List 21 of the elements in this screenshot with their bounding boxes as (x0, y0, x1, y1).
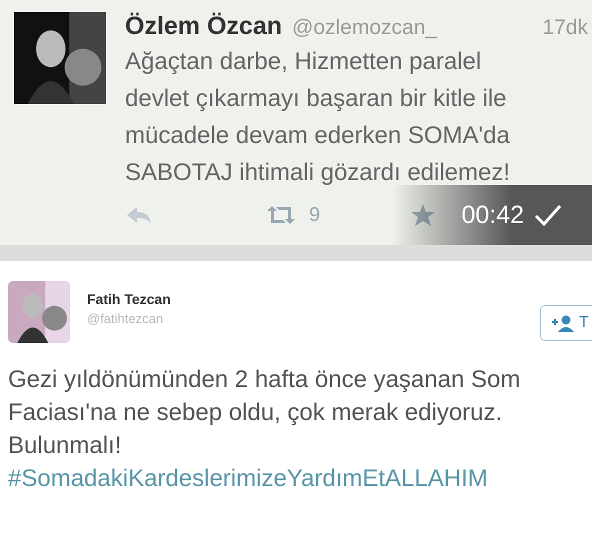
tweet-text-line: SABOTAJ ihtimali gözardı edilemez! (125, 158, 512, 188)
tweet-text-line: Gezi yıldönümünden 2 hafta önce yaşanan Som (8, 365, 522, 395)
hashtag-link[interactable]: #SomadakiKardeslerimizeYardımEtALLAHIM (8, 462, 592, 495)
retweet-count: 9 (309, 204, 320, 226)
add-user-icon (551, 314, 575, 332)
tweet-text-line: Faciası'na ne sebep oldu, çok merak ediyoruz. (8, 398, 504, 428)
overlay-time: 00:42 (461, 200, 524, 230)
author-handle: @ozlemozcan_ (292, 16, 438, 40)
author-name: Fatih Tezcan (87, 291, 172, 307)
reply-icon[interactable] (125, 205, 153, 225)
follow-button[interactable]: T (540, 305, 592, 341)
author-name: Özlem Özcan (125, 12, 282, 41)
retweet-icon[interactable] (265, 205, 297, 225)
star-icon[interactable] (410, 203, 436, 227)
tweet-text-line: mücadele devam ederken SOMA'da (125, 121, 511, 151)
check-icon (534, 204, 562, 226)
author-handle: @fatihtezcan (87, 311, 164, 326)
tweet-text-line: Ağaçtan darbe, Hizmetten paralel (125, 47, 482, 77)
tweet-text-line: Bulunmalı! (8, 431, 122, 461)
tweet-time: 17dk (542, 16, 589, 40)
tweet-text-line: devlet çıkarmayı başaran bir kitle ile (125, 84, 508, 114)
